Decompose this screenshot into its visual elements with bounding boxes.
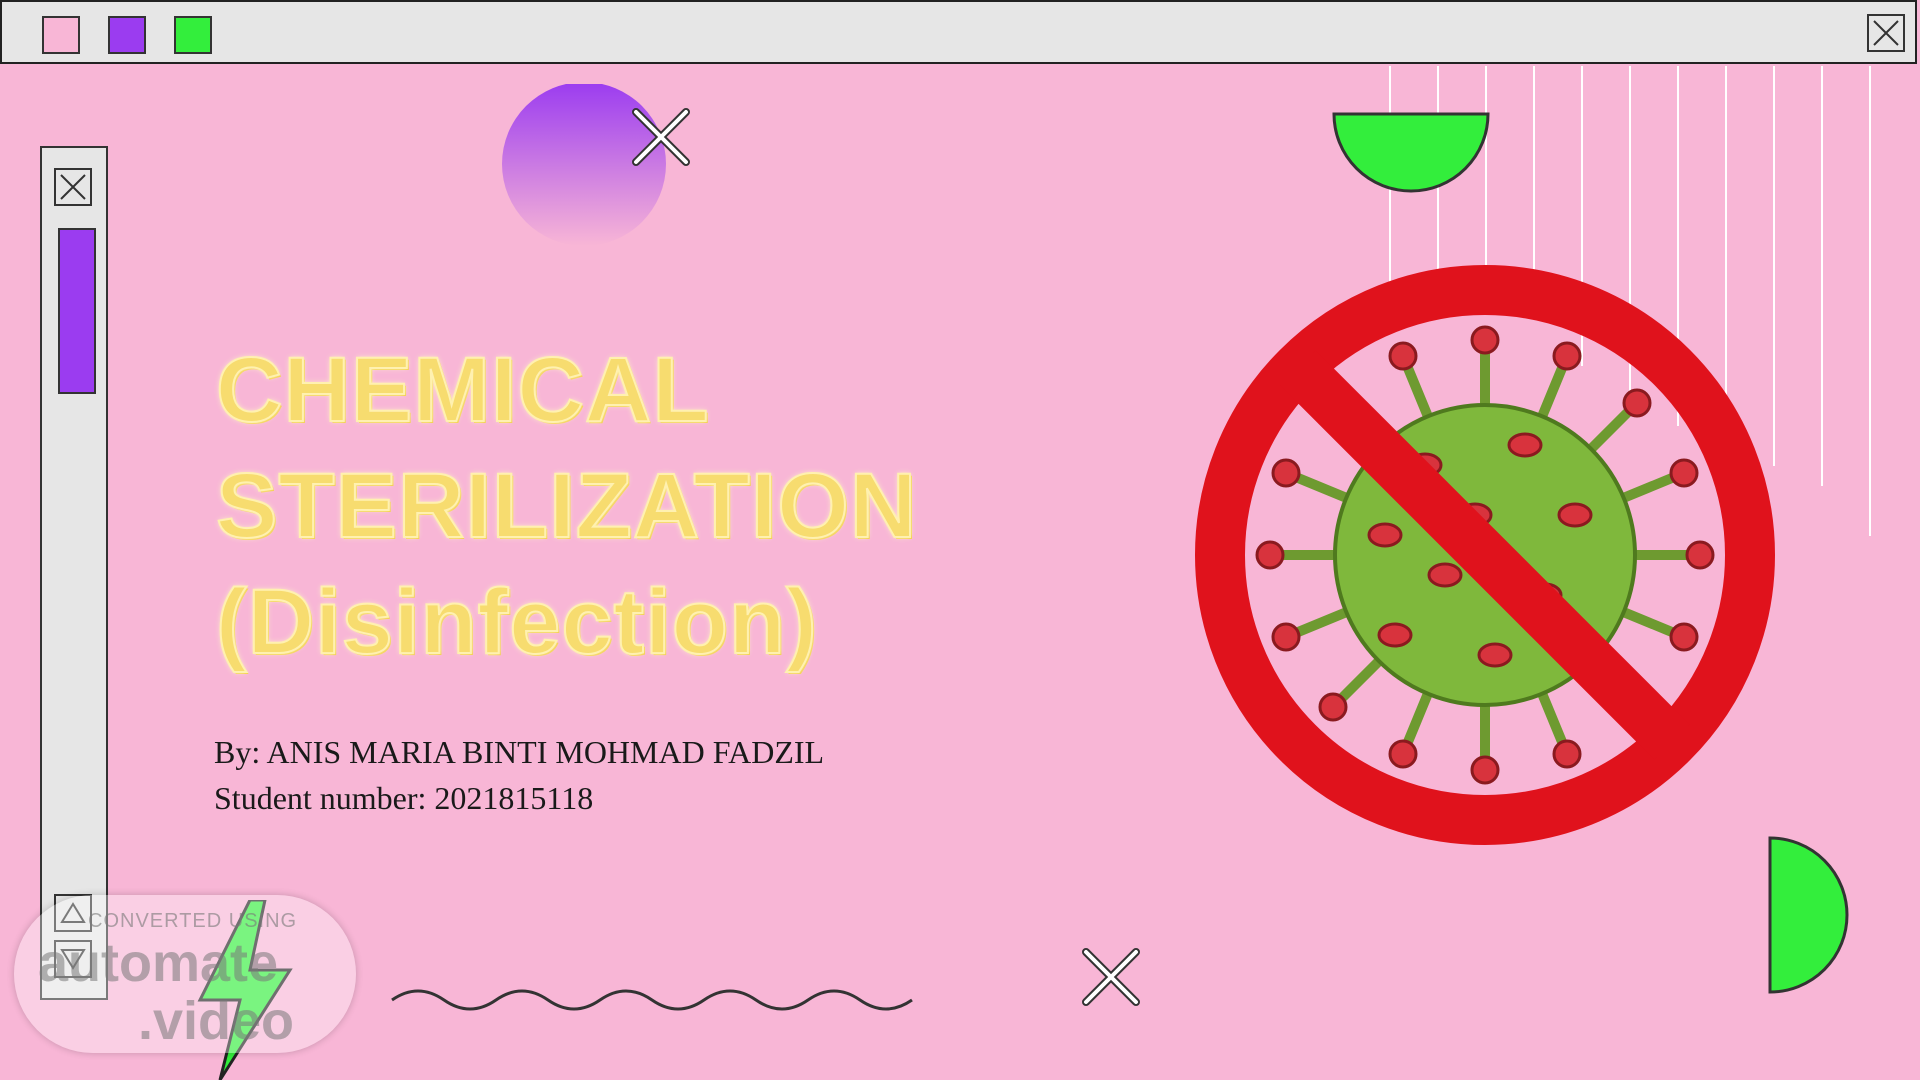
author-name: By: ANIS MARIA BINTI MOHMAD FADZIL bbox=[214, 734, 825, 770]
purple-swatch[interactable] bbox=[108, 16, 146, 54]
green-swatch[interactable] bbox=[174, 16, 212, 54]
window-close-button[interactable] bbox=[1867, 14, 1905, 52]
watermark-caption: CONVERTED USING bbox=[88, 910, 298, 932]
close-icon bbox=[60, 174, 86, 200]
scrollbar-thumb[interactable] bbox=[58, 228, 96, 394]
cross-decoration bbox=[632, 108, 690, 166]
watermark-brand-line-1: automate bbox=[38, 933, 279, 993]
slide-title-line-2: STERILIZATION bbox=[215, 455, 918, 557]
green-half-circle-decoration bbox=[1768, 836, 1849, 994]
no-virus-icon bbox=[1195, 265, 1775, 845]
scrollbar-close-button[interactable] bbox=[54, 168, 92, 206]
wavy-line-decoration bbox=[391, 989, 913, 1011]
pink-swatch[interactable] bbox=[42, 16, 80, 54]
close-icon bbox=[1873, 20, 1899, 46]
watermark-brand-line-2: .video bbox=[138, 991, 295, 1051]
window-titlebar bbox=[0, 0, 1917, 64]
slide-title-line-3: (Disinfection) bbox=[215, 571, 818, 673]
vertical-scrollbar[interactable] bbox=[40, 146, 108, 1000]
cross-decoration bbox=[1082, 948, 1140, 1006]
slide-title-line-1: CHEMICAL bbox=[215, 339, 710, 441]
green-half-circle-decoration bbox=[1332, 112, 1490, 193]
student-number: Student number: 2021815118 bbox=[214, 780, 594, 816]
